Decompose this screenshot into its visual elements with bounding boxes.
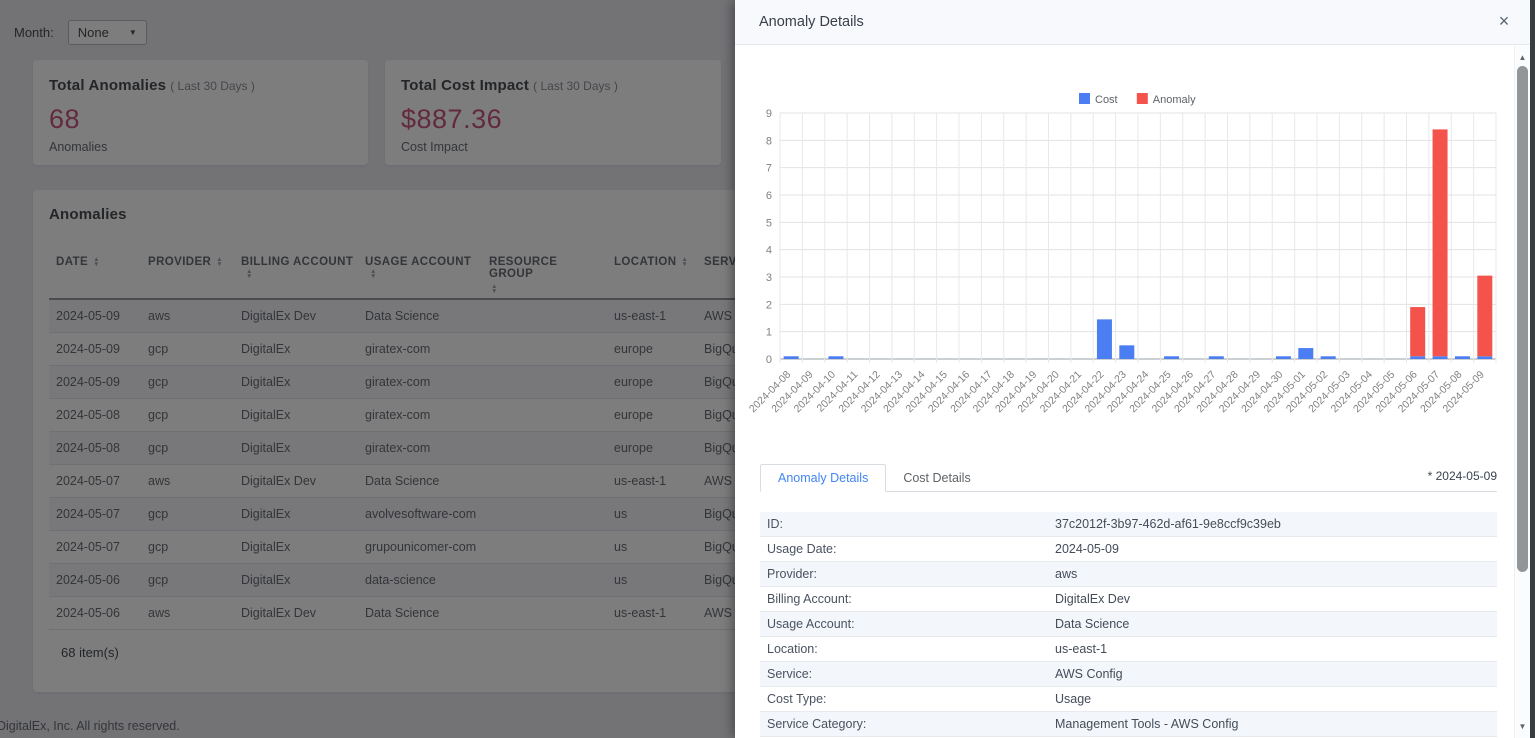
svg-text:6: 6 [766,190,772,202]
detail-value: us-east-1 [1055,642,1107,656]
detail-value: 37c2012f-3b97-462d-af61-9e8ccf9c39eb [1055,517,1281,531]
detail-row: Location: us-east-1 [760,637,1497,662]
detail-value: Management Tools - AWS Config [1055,717,1238,731]
detail-row: Cost Type: Usage [760,687,1497,712]
detail-value: aws [1055,567,1077,581]
detail-value: 2024-05-09 [1055,542,1119,556]
scroll-up-icon[interactable]: ▲ [1515,53,1530,62]
detail-row: ID: 37c2012f-3b97-462d-af61-9e8ccf9c39eb [760,512,1497,537]
detail-row: Billing Account: DigitalEx Dev [760,587,1497,612]
svg-text:9: 9 [766,108,772,120]
svg-text:4: 4 [766,245,772,257]
detail-label: Provider: [760,567,1055,581]
svg-text:2: 2 [766,299,772,311]
scroll-down-icon[interactable]: ▼ [1515,722,1530,731]
detail-value: DigitalEx Dev [1055,592,1130,606]
svg-text:1: 1 [766,327,772,339]
detail-value: Data Science [1055,617,1129,631]
svg-text:8: 8 [766,135,772,147]
svg-text:Anomaly: Anomaly [1153,94,1196,106]
detail-label: Location: [760,642,1055,656]
detail-value: Usage [1055,692,1091,706]
svg-text:Cost: Cost [1095,94,1118,106]
detail-label: Usage Account: [760,617,1055,631]
detail-label: Service: [760,667,1055,681]
detail-row: Usage Date: 2024-05-09 [760,537,1497,562]
detail-value: AWS Config [1055,667,1123,681]
tab-cost-details[interactable]: Cost Details [886,465,987,491]
detail-row: Service: AWS Config [760,662,1497,687]
svg-text:0: 0 [766,354,772,366]
tab-anomaly-details[interactable]: Anomaly Details [760,464,886,492]
detail-list: ID: 37c2012f-3b97-462d-af61-9e8ccf9c39eb… [760,512,1497,737]
detail-label: Usage Date: [760,542,1055,556]
panel-title: Anomaly Details [759,14,864,30]
window-edge [1530,0,1535,738]
svg-text:5: 5 [766,217,772,229]
panel-scrollbar[interactable]: ▲ ▼ [1514,46,1530,738]
detail-row: Provider: aws [760,562,1497,587]
app-screen: Month: None ▼ Total Anomalies( Last 30 D… [0,0,1535,738]
detail-row: Service Category: Management Tools - AWS… [760,712,1497,737]
svg-text:7: 7 [766,163,772,175]
scrollbar-thumb[interactable] [1517,66,1528,572]
detail-label: Service Category: [760,717,1055,731]
panel-tabs: Anomaly Details Cost Details * 2024-05-0… [760,464,1497,492]
anomaly-chart: CostAnomaly01234567892024-04-082024-04-0… [747,85,1507,465]
anomaly-details-panel: Anomaly Details × Cost Anomaly 0 1 2 3 4 5 6 7 8 9 2… [735,0,1535,738]
panel-header: Anomaly Details × [735,0,1535,45]
detail-row: Usage Account: Data Science [760,612,1497,637]
selected-date-note: * 2024-05-09 [1428,469,1497,487]
detail-label: ID: [760,517,1055,531]
close-icon[interactable]: × [1493,10,1515,32]
detail-label: Billing Account: [760,592,1055,606]
svg-text:3: 3 [766,272,772,284]
detail-label: Cost Type: [760,692,1055,706]
